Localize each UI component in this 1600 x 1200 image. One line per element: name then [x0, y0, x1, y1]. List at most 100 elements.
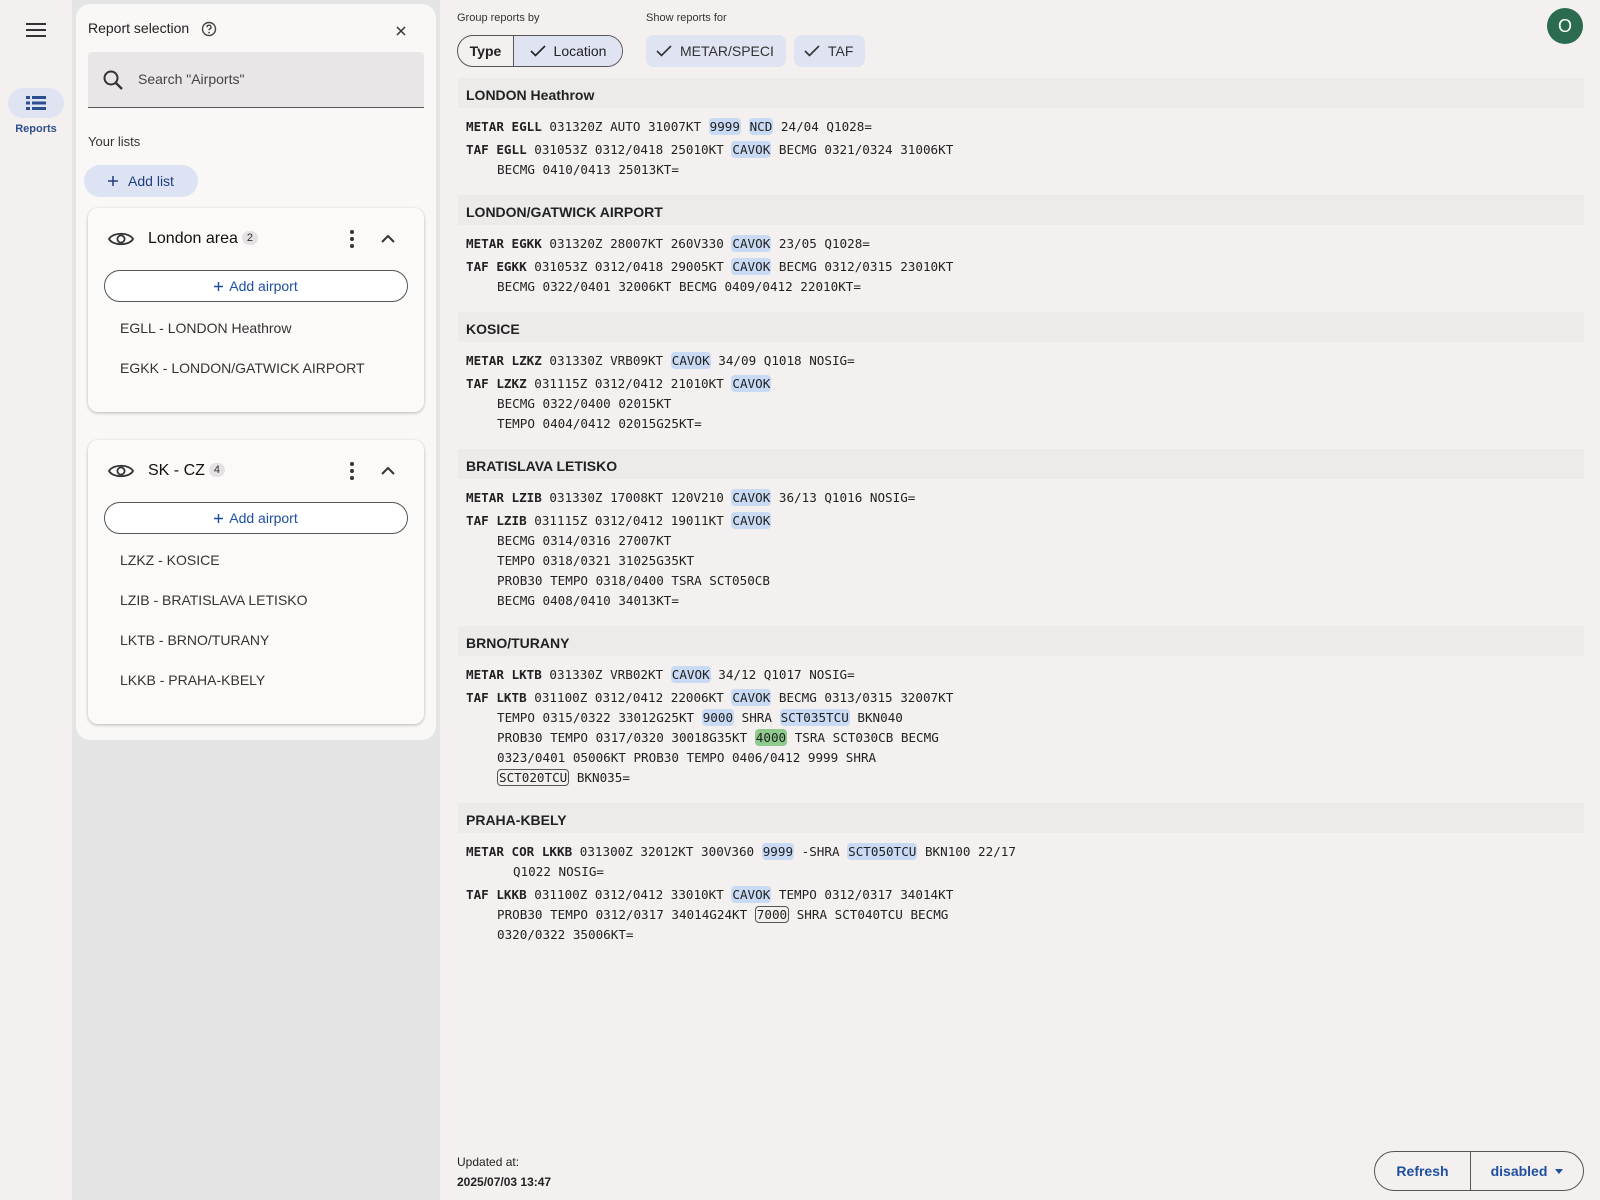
- list-name: London area 2: [148, 230, 258, 248]
- report-line: TAF EGLL 031053Z 0312/0418 25010KT CAVOK…: [466, 140, 1584, 160]
- filter-taf-chip[interactable]: TAF: [794, 35, 866, 67]
- station-name: BRNO/TURANY: [458, 626, 1584, 656]
- highlighted-token: CAVOK: [731, 489, 772, 506]
- report-text: TEMPO 0315/0322 33012G25KT: [497, 710, 702, 725]
- filter-metar-chip[interactable]: METAR/SPECI: [646, 35, 786, 67]
- station-section: LONDON/GATWICK AIRPORT METAR EGKK 031320Z…: [458, 195, 1584, 303]
- list-icon: [26, 96, 46, 110]
- group-by-location-button[interactable]: Location: [514, 36, 622, 66]
- airport-search-input[interactable]: [138, 52, 418, 106]
- station-reports: METAR LZIB 031330Z 17008KT 120V210 CAVOK…: [458, 479, 1584, 617]
- more-vert-icon[interactable]: [342, 459, 362, 483]
- plus-icon: [214, 513, 224, 523]
- list-card-sk-cz: SK - CZ 4 Add airport LZKZ - KOSICE LZIB …: [88, 440, 424, 724]
- report-type-label: METAR EGLL: [466, 119, 542, 134]
- report-line: TEMPO 0318/0321 31025G35KT: [466, 551, 1584, 571]
- report-text: 24/04 Q1028=: [773, 119, 872, 134]
- report-text: SHRA SCT040TCU BECMG: [789, 907, 949, 922]
- group-by-type-button[interactable]: Type: [458, 36, 514, 66]
- weather-report: TAF LKTB 031100Z 0312/0412 22006KT CAVOK…: [466, 688, 1584, 788]
- report-line: BECMG 0322/0400 02015KT: [466, 394, 1584, 414]
- eye-icon[interactable]: [108, 462, 134, 480]
- report-type-label: METAR COR LKKB: [466, 844, 573, 859]
- station-reports: METAR LKTB 031330Z VRB02KT CAVOK 34/12 Q…: [458, 656, 1584, 794]
- station-reports: METAR LZKZ 031330Z VRB09KT CAVOK 34/09 Q…: [458, 342, 1584, 440]
- report-line: BECMG 0410/0413 25013KT=: [466, 160, 1584, 180]
- report-type-label: TAF EGKK: [466, 259, 527, 274]
- report-text: 34/12 Q1017 NOSIG=: [710, 667, 855, 682]
- highlighted-token: 4000: [754, 729, 788, 746]
- report-type-label: TAF LZIB: [466, 513, 527, 528]
- report-text: 031100Z 0312/0412 33010KT: [526, 887, 732, 902]
- airport-item-lkkb[interactable]: LKKB - PRAHA-KBELY: [120, 672, 265, 688]
- caret-down-icon: [1555, 1168, 1564, 1174]
- weather-report: TAF LZKZ 031115Z 0312/0412 21010KT CAVOK…: [466, 374, 1584, 434]
- report-text: PROB30 TEMPO 0317/0320 30018G35KT: [497, 730, 755, 745]
- nav-reports-button[interactable]: [8, 88, 64, 118]
- close-panel-button[interactable]: [390, 20, 412, 42]
- airport-search: [88, 52, 424, 108]
- report-type-label: METAR EGKK: [466, 236, 542, 251]
- report-type-label: METAR LZIB: [466, 490, 542, 505]
- highlighted-token: CAVOK: [731, 141, 772, 158]
- airport-item-egkk[interactable]: EGKK - LONDON/GATWICK AIRPORT: [120, 360, 365, 376]
- plus-icon: [214, 281, 224, 291]
- eye-icon[interactable]: [108, 230, 134, 248]
- report-line: METAR LZIB 031330Z 17008KT 120V210 CAVOK…: [466, 488, 1584, 508]
- report-text: BECMG 0410/0413 25013KT=: [497, 162, 679, 177]
- report-line: SCT020TCU BKN035=: [466, 768, 1584, 788]
- add-list-button[interactable]: Add list: [84, 165, 198, 197]
- report-text: BECMG 0322/0400 02015KT: [497, 396, 672, 411]
- highlighted-token: CAVOK: [670, 666, 711, 683]
- chevron-up-icon[interactable]: [376, 227, 400, 251]
- report-line: BECMG 0314/0316 27007KT: [466, 531, 1584, 551]
- highlighted-token: 9000: [701, 709, 735, 726]
- reports-main: Group reports by Type Location Show repo…: [440, 0, 1600, 1200]
- report-type-label: TAF LKKB: [466, 887, 527, 902]
- report-type-label: TAF EGLL: [466, 142, 527, 157]
- report-text: 031330Z VRB09KT: [541, 353, 671, 368]
- weather-report: TAF LZIB 031115Z 0312/0412 19011KT CAVOK…: [466, 511, 1584, 611]
- search-icon: [103, 70, 123, 90]
- add-airport-label: Add airport: [229, 278, 298, 294]
- check-icon: [804, 45, 820, 57]
- refresh-button[interactable]: Refresh: [1375, 1152, 1471, 1190]
- report-text: Q1022 NOSIG=: [513, 864, 604, 879]
- report-text: BECMG 0312/0315 23010KT: [771, 259, 954, 274]
- highlighted-token: CAVOK: [731, 886, 772, 903]
- airport-item-lzkz[interactable]: LZKZ - KOSICE: [120, 552, 220, 568]
- auto-refresh-dropdown[interactable]: disabled: [1471, 1152, 1583, 1190]
- weather-report: METAR EGLL 031320Z AUTO 31007KT 9999 NCD…: [466, 117, 1584, 137]
- add-airport-button[interactable]: Add airport: [104, 270, 408, 302]
- nav-reports-label[interactable]: Reports: [0, 123, 72, 135]
- updated-at-label: Updated at:: [457, 1155, 520, 1169]
- airport-item-lktb[interactable]: LKTB - BRNO/TURANY: [120, 632, 269, 648]
- report-text: 031053Z 0312/0418 25010KT: [526, 142, 732, 157]
- airport-item-egll[interactable]: EGLL - LONDON Heathrow: [120, 320, 291, 336]
- chevron-up-icon[interactable]: [376, 459, 400, 483]
- filter-taf-label: TAF: [828, 43, 854, 59]
- station-section: BRATISLAVA LETISKO METAR LZIB 031330Z 170…: [458, 449, 1584, 617]
- highlighted-token: SCT035TCU: [779, 709, 850, 726]
- plus-icon: [108, 176, 119, 186]
- add-list-label: Add list: [128, 173, 174, 189]
- weather-report: TAF LKKB 031100Z 0312/0412 33010KT CAVOK…: [466, 885, 1584, 945]
- airport-item-lzib[interactable]: LZIB - BRATISLAVA LETISKO: [120, 592, 308, 608]
- station-name: KOSICE: [458, 312, 1584, 342]
- weather-report: TAF EGLL 031053Z 0312/0418 25010KT CAVOK…: [466, 140, 1584, 180]
- station-reports: METAR EGLL 031320Z AUTO 31007KT 9999 NCD…: [458, 108, 1584, 186]
- report-text: 031300Z 32012KT 300V360: [572, 844, 762, 859]
- list-name-text: London area: [148, 230, 238, 247]
- add-airport-button[interactable]: Add airport: [104, 502, 408, 534]
- more-vert-icon[interactable]: [342, 227, 362, 251]
- help-icon[interactable]: [200, 20, 218, 38]
- highlighted-token: SCT020TCU: [497, 769, 570, 786]
- report-line: TAF LKKB 031100Z 0312/0412 33010KT CAVOK…: [466, 885, 1584, 905]
- weather-report: METAR EGKK 031320Z 28007KT 260V330 CAVOK…: [466, 234, 1584, 254]
- menu-button[interactable]: [20, 14, 52, 46]
- user-avatar[interactable]: O: [1547, 8, 1583, 44]
- highlighted-token: 9999: [761, 843, 795, 860]
- panel-title: Report selection: [88, 20, 190, 36]
- station-section: PRAHA-KBELY METAR COR LKKB 031300Z 32012K…: [458, 803, 1584, 951]
- station-reports: METAR COR LKKB 031300Z 32012KT 300V360 9…: [458, 833, 1584, 951]
